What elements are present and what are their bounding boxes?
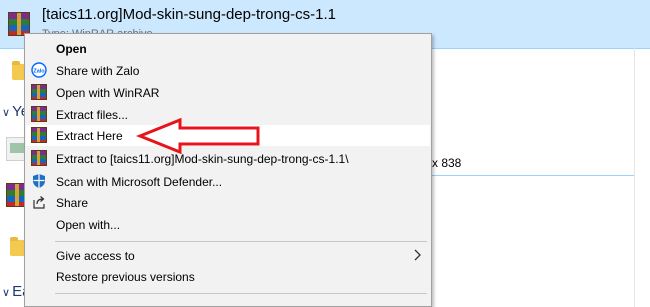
menu-item-label: Give access to bbox=[56, 249, 135, 263]
menu-item-label: Share with Zalo bbox=[56, 64, 140, 78]
menu-separator bbox=[55, 241, 427, 242]
winrar-icon bbox=[31, 106, 47, 122]
menu-separator bbox=[55, 293, 427, 294]
zalo-icon: Zalo bbox=[31, 62, 47, 78]
menu-item-label: Extract Here bbox=[56, 129, 123, 143]
winrar-icon bbox=[31, 150, 47, 166]
row-divider bbox=[432, 175, 634, 176]
svg-text:Zalo: Zalo bbox=[33, 69, 45, 75]
defender-shield-icon bbox=[33, 174, 45, 188]
scrollbar-track[interactable] bbox=[634, 48, 635, 307]
menu-item-label: Open with... bbox=[56, 218, 121, 232]
winrar-icon bbox=[31, 84, 47, 100]
menu-item-label: Share bbox=[56, 196, 89, 210]
chevron-down-icon: ∨ bbox=[2, 287, 11, 299]
chevron-down-icon: ∨ bbox=[2, 107, 11, 119]
menu-item-give-access-to[interactable]: Give access to bbox=[26, 245, 430, 266]
menu-item-extract-here[interactable]: Extract Here bbox=[26, 125, 430, 146]
file-name: [taics11.org]Mod-skin-sung-dep-trong-cs-… bbox=[42, 6, 337, 23]
menu-item-label: Scan with Microsoft Defender... bbox=[56, 175, 223, 189]
menu-item-extract-to[interactable]: Extract to [taics11.org]Mod-skin-sung-de… bbox=[26, 148, 430, 169]
menu-item-extract-files[interactable]: Extract files... bbox=[26, 104, 430, 125]
menu-item-scan-with-defender[interactable]: Scan with Microsoft Defender... bbox=[26, 171, 430, 192]
menu-item-share-with-zalo[interactable]: Zalo Share with Zalo bbox=[26, 60, 430, 81]
menu-item-label: Open bbox=[56, 42, 87, 56]
winrar-icon bbox=[31, 127, 47, 143]
menu-item-open[interactable]: Open bbox=[26, 38, 430, 59]
menu-item-open-with[interactable]: Open with... bbox=[26, 214, 430, 235]
menu-item-label: Extract to [taics11.org]Mod-skin-sung-de… bbox=[56, 152, 349, 166]
menu-item-label: Open with WinRAR bbox=[56, 86, 160, 100]
menu-item-label: Restore previous versions bbox=[56, 270, 195, 284]
file-dimensions: x 838 bbox=[432, 156, 462, 170]
menu-item-restore-previous-versions[interactable]: Restore previous versions bbox=[26, 266, 430, 287]
menu-item-share[interactable]: Share bbox=[26, 192, 430, 213]
menu-item-open-with-winrar[interactable]: Open with WinRAR bbox=[26, 82, 430, 103]
context-menu: Open Zalo Share with Zalo Open with WinR… bbox=[24, 33, 432, 307]
chevron-right-icon bbox=[414, 249, 421, 261]
share-icon bbox=[33, 196, 45, 209]
menu-item-label: Extract files... bbox=[56, 108, 129, 122]
